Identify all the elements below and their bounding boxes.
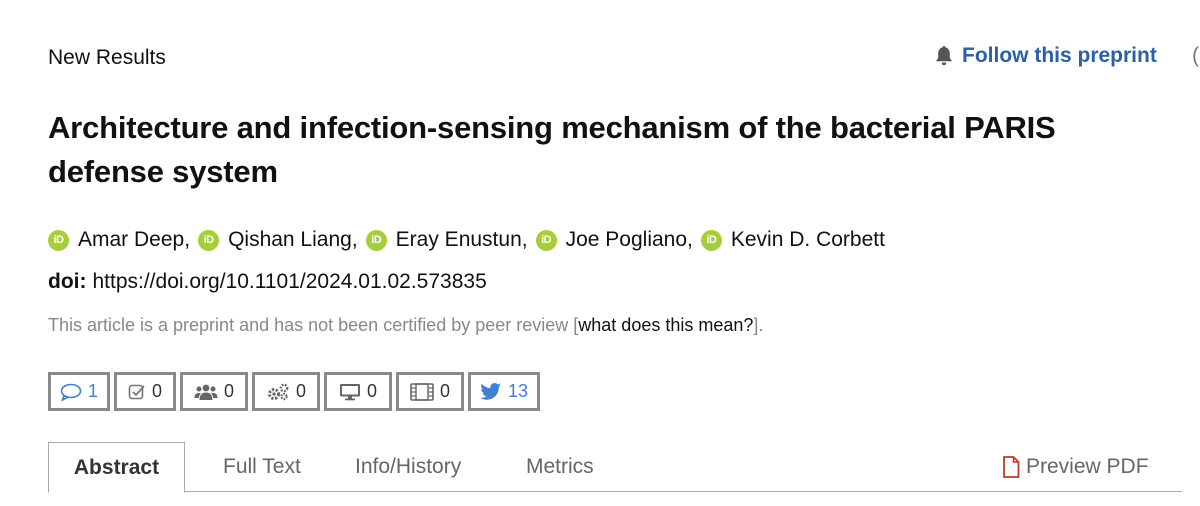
- orcid-icon[interactable]: iD: [700, 229, 722, 251]
- comments-counter[interactable]: 1: [48, 372, 110, 411]
- tab-info-history[interactable]: Info/History: [355, 442, 461, 492]
- author-name[interactable]: Kevin D. Corbett: [731, 228, 885, 252]
- review-check-icon: [128, 384, 145, 399]
- what-does-this-mean-link[interactable]: what does this mean?: [578, 315, 753, 335]
- author-item[interactable]: iD Joe Pogliano,: [535, 228, 701, 252]
- orcid-icon[interactable]: iD: [48, 229, 69, 251]
- author-separator: ,: [184, 228, 191, 251]
- article-tabs: Abstract Full Text Info/History Metrics …: [48, 442, 1182, 493]
- follow-preprint-label: Follow this preprint: [962, 44, 1157, 67]
- peer-review-note-text: This article is a preprint and has not b…: [48, 315, 579, 335]
- peer-review-note: This article is a preprint and has not b…: [48, 315, 763, 336]
- automated-evaluations-count: 0: [295, 381, 306, 401]
- author-name[interactable]: Qishan Liang: [228, 228, 352, 252]
- author-separator: ,: [521, 228, 528, 251]
- media-coverage-counter[interactable]: 0: [324, 372, 392, 411]
- orcid-icon[interactable]: iD: [535, 229, 557, 251]
- clipped-edge-text: (: [1192, 44, 1199, 67]
- tab-metrics[interactable]: Metrics: [526, 442, 594, 492]
- doi-line: doi: https://doi.org/10.1101/2024.01.02.5…: [48, 270, 487, 294]
- author-separator: ,: [351, 228, 358, 251]
- reviews-count: 0: [151, 381, 162, 401]
- preview-pdf-label: Preview PDF: [1026, 455, 1149, 478]
- article-category: New Results: [48, 46, 166, 69]
- tab-full-text[interactable]: Full Text: [223, 442, 301, 492]
- tab-abstract[interactable]: Abstract: [48, 442, 185, 493]
- orcid-icon[interactable]: iD: [198, 229, 220, 251]
- tweets-count: 13: [507, 381, 529, 401]
- monitor-icon: [339, 383, 360, 400]
- reviews-counter[interactable]: 0: [114, 372, 176, 411]
- author-separator: ,: [687, 228, 693, 251]
- twitter-icon: [480, 382, 501, 400]
- author-name[interactable]: Eray Enustun: [396, 228, 522, 252]
- film-icon: [410, 382, 434, 401]
- users-icon: [194, 384, 218, 400]
- author-name[interactable]: Joe Pogliano: [566, 228, 687, 252]
- video-count: 0: [439, 381, 450, 401]
- author-item[interactable]: iD Kevin D. Corbett: [700, 228, 885, 252]
- orcid-icon[interactable]: iD: [365, 229, 387, 251]
- pdf-file-icon: [1003, 456, 1020, 478]
- doi-label: doi:: [48, 270, 87, 293]
- author-list: iD Amar Deep, iD Qishan Liang, iD Eray E…: [48, 228, 885, 252]
- doi-link[interactable]: https://doi.org/10.1101/2024.01.02.57383…: [92, 270, 486, 293]
- activity-counters: 1 0 0 0 0 0 13: [48, 372, 540, 411]
- comments-count: 1: [87, 381, 98, 401]
- tweets-counter[interactable]: 13: [468, 372, 540, 411]
- bell-icon: [936, 46, 952, 66]
- video-counter[interactable]: 0: [396, 372, 464, 411]
- peer-review-note-suffix: ].: [753, 315, 764, 335]
- preprint-page: New Results Follow this preprint ( Archi…: [0, 0, 1200, 506]
- author-item[interactable]: iD Qishan Liang,: [198, 228, 366, 252]
- author-item[interactable]: iD Eray Enustun,: [365, 228, 536, 252]
- media-coverage-count: 0: [366, 381, 377, 401]
- preview-pdf-button[interactable]: Preview PDF: [1002, 442, 1149, 492]
- follow-preprint-button[interactable]: Follow this preprint: [934, 44, 1157, 68]
- comment-icon: [60, 383, 82, 401]
- community-reviews-count: 0: [223, 381, 234, 401]
- author-item[interactable]: iD Amar Deep,: [48, 228, 198, 252]
- article-title: Architecture and infection-sensing mecha…: [48, 110, 1056, 189]
- community-reviews-counter[interactable]: 0: [180, 372, 248, 411]
- gears-icon: [267, 383, 289, 400]
- automated-evaluations-counter[interactable]: 0: [252, 372, 320, 411]
- author-name[interactable]: Amar Deep: [78, 228, 184, 252]
